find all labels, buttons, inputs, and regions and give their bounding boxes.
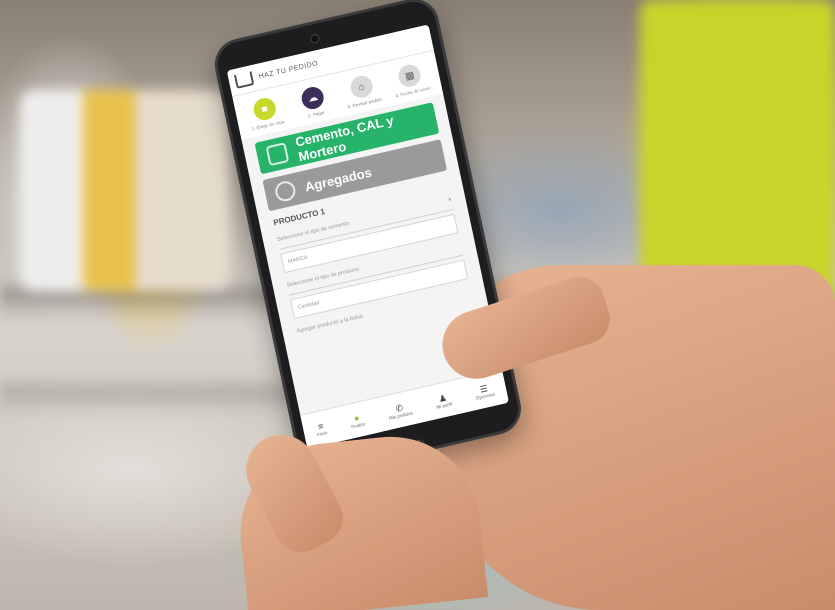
nav-label: Inicio: [316, 429, 328, 437]
field-text: Agregar producto a la bolsa: [296, 313, 364, 335]
box-icon: ■: [251, 95, 278, 123]
nav-profile[interactable]: ♟ Mi perfil: [434, 391, 452, 409]
cloud-icon: ☁: [299, 84, 326, 112]
step-4[interactable]: ▦ 4. Fecha de envío: [386, 60, 435, 99]
app-title: HAZ TU PEDIDO: [258, 59, 319, 81]
bag-icon: [265, 142, 290, 167]
phone-screen: HAZ TU PEDIDO ■ 1. Elegir de ropa ☁ 2. P…: [226, 24, 510, 449]
nav-options[interactable]: ☰ Opciones: [473, 381, 496, 401]
step-1[interactable]: ■ 1. Elegir de ropa: [241, 93, 290, 132]
bottom-navigation: ≡ Inicio ● Pedido ✆ Mis pedidos ♟ Mi per…: [300, 368, 510, 449]
step-label: 4. Fecha de envío: [395, 85, 432, 99]
photo-scene: HAZ TU PEDIDO ■ 1. Elegir de ropa ☁ 2. P…: [0, 0, 835, 610]
rocks-icon: [273, 179, 298, 204]
shelf-bottles: [20, 90, 230, 290]
nav-label: Opciones: [475, 391, 496, 401]
calendar-icon: ▦: [396, 62, 423, 89]
category-label: Agregados: [303, 164, 373, 195]
step-label: 2. Pagar: [307, 109, 326, 119]
cart-icon: [233, 71, 255, 89]
chevron-down-icon: ▾: [448, 197, 453, 204]
nav-label: Pedido: [350, 420, 366, 429]
nav-my-orders[interactable]: ✆ Mis pedidos: [386, 400, 413, 420]
step-label: 3. Revisar pedido: [347, 96, 383, 110]
nav-label: Mis pedidos: [388, 409, 413, 421]
nav-home[interactable]: ≡ Inicio: [314, 420, 328, 437]
step-2[interactable]: ☁ 2. Pagar: [289, 82, 338, 121]
phone-body: HAZ TU PEDIDO ■ 1. Elegir de ropa ☁ 2. P…: [210, 0, 526, 480]
step-label: 1. Elegir de ropa: [251, 119, 285, 132]
house-icon: ⌂: [348, 73, 375, 101]
field-text: MARCA: [287, 254, 309, 266]
front-camera: [309, 33, 321, 45]
step-3[interactable]: ⌂ 3. Revisar pedido: [338, 71, 387, 110]
nav-order[interactable]: ● Pedido: [349, 411, 366, 429]
field-text: Cantidad: [297, 300, 321, 311]
